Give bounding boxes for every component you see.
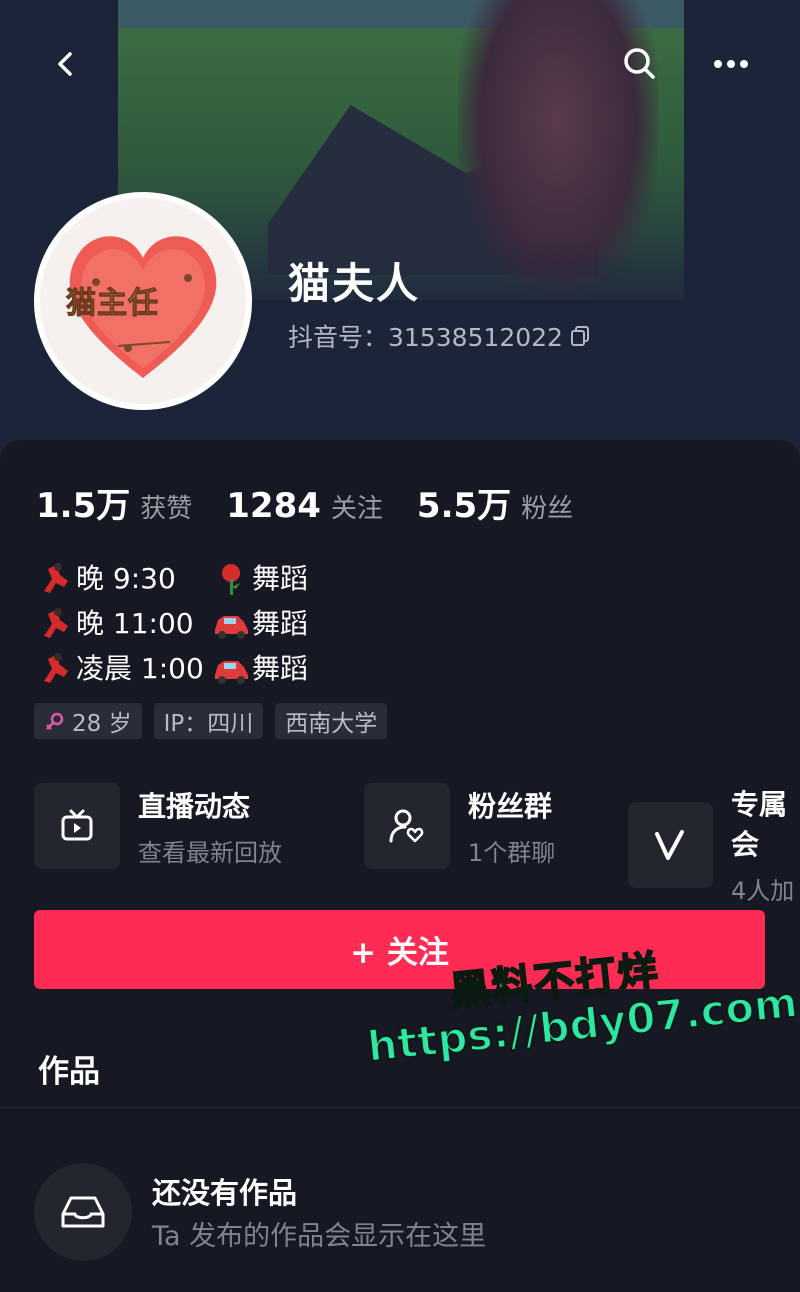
fan-group-card[interactable]: 粉丝群 1个群聊 bbox=[364, 783, 555, 869]
rose-icon bbox=[222, 563, 240, 595]
profile-tags: 28 岁 IP：四川 西南大学 bbox=[34, 703, 388, 739]
dancer-icon bbox=[44, 607, 68, 638]
works-tab[interactable]: 作品 bbox=[38, 1046, 100, 1091]
copy-icon[interactable] bbox=[569, 325, 591, 347]
search-button[interactable] bbox=[610, 34, 670, 94]
douyin-id-text: 抖音号：31538512022 bbox=[288, 323, 563, 352]
more-button[interactable] bbox=[701, 34, 761, 94]
car-icon bbox=[215, 615, 248, 639]
car-icon bbox=[215, 660, 248, 684]
empty-state-subtitle: Ta 发布的作品会显示在这里 bbox=[152, 1221, 487, 1252]
dancer-icon bbox=[44, 562, 68, 593]
tv-icon bbox=[61, 809, 93, 841]
feature-subtitle: 1个群聊 bbox=[468, 838, 556, 867]
dancer-icon bbox=[44, 652, 68, 683]
feature-title: 粉丝群 bbox=[468, 789, 553, 823]
feature-subtitle: 4人加 bbox=[730, 877, 795, 905]
school-tag[interactable]: 西南大学 bbox=[275, 703, 388, 739]
feature-row: 直播动态 查看最新回放 粉丝群 1个群聊 专属会 4人加 bbox=[34, 783, 800, 905]
avatar-text: 猫主任 bbox=[66, 286, 159, 322]
back-button[interactable] bbox=[36, 34, 96, 94]
followers-label[interactable]: 粉丝 bbox=[521, 488, 573, 525]
age-tag: 28 岁 bbox=[34, 703, 142, 739]
stats-row: 1.5万 获赞 1284 关注 5.5万 粉丝 bbox=[36, 478, 607, 527]
exclusive-member-card[interactable]: 专属会 4人加 bbox=[628, 783, 800, 906]
feature-title: 直播动态 bbox=[138, 789, 251, 823]
bio: 晚 9:30 舞蹈 晚 11:00 舞蹈 凌晨 1:00 舞蹈 bbox=[36, 556, 308, 691]
search-icon bbox=[624, 48, 655, 79]
empty-state-title: 还没有作品 bbox=[152, 1176, 298, 1210]
bio-line: 晚 9:30 舞蹈 bbox=[36, 556, 308, 601]
feature-title: 专属会 bbox=[730, 788, 787, 861]
ip-tag: IP：四川 bbox=[153, 703, 264, 739]
followers-count[interactable]: 5.5万 bbox=[417, 478, 511, 527]
bio-line: 晚 11:00 舞蹈 bbox=[36, 601, 308, 646]
v-icon bbox=[655, 829, 685, 860]
feature-subtitle: 查看最新回放 bbox=[138, 838, 282, 867]
live-updates-card[interactable]: 直播动态 查看最新回放 bbox=[34, 783, 282, 869]
likes-count: 1.5万 bbox=[36, 486, 131, 526]
divider bbox=[0, 1107, 800, 1108]
empty-state-icon-wrap bbox=[34, 1163, 132, 1261]
following-count[interactable]: 1284 bbox=[226, 486, 321, 526]
likes-label: 获赞 bbox=[140, 494, 193, 524]
bio-line: 凌晨 1:00 舞蹈 bbox=[36, 646, 308, 691]
douyin-id[interactable]: 抖音号：31538512022 bbox=[288, 318, 591, 354]
following-label[interactable]: 关注 bbox=[331, 488, 383, 525]
chevron-left-icon bbox=[58, 52, 72, 76]
nickname: 猫夫人 bbox=[288, 259, 421, 308]
fan-group-icon bbox=[389, 809, 424, 843]
more-dots-icon bbox=[714, 60, 748, 68]
inbox-icon bbox=[61, 1196, 105, 1228]
female-icon bbox=[46, 712, 64, 730]
